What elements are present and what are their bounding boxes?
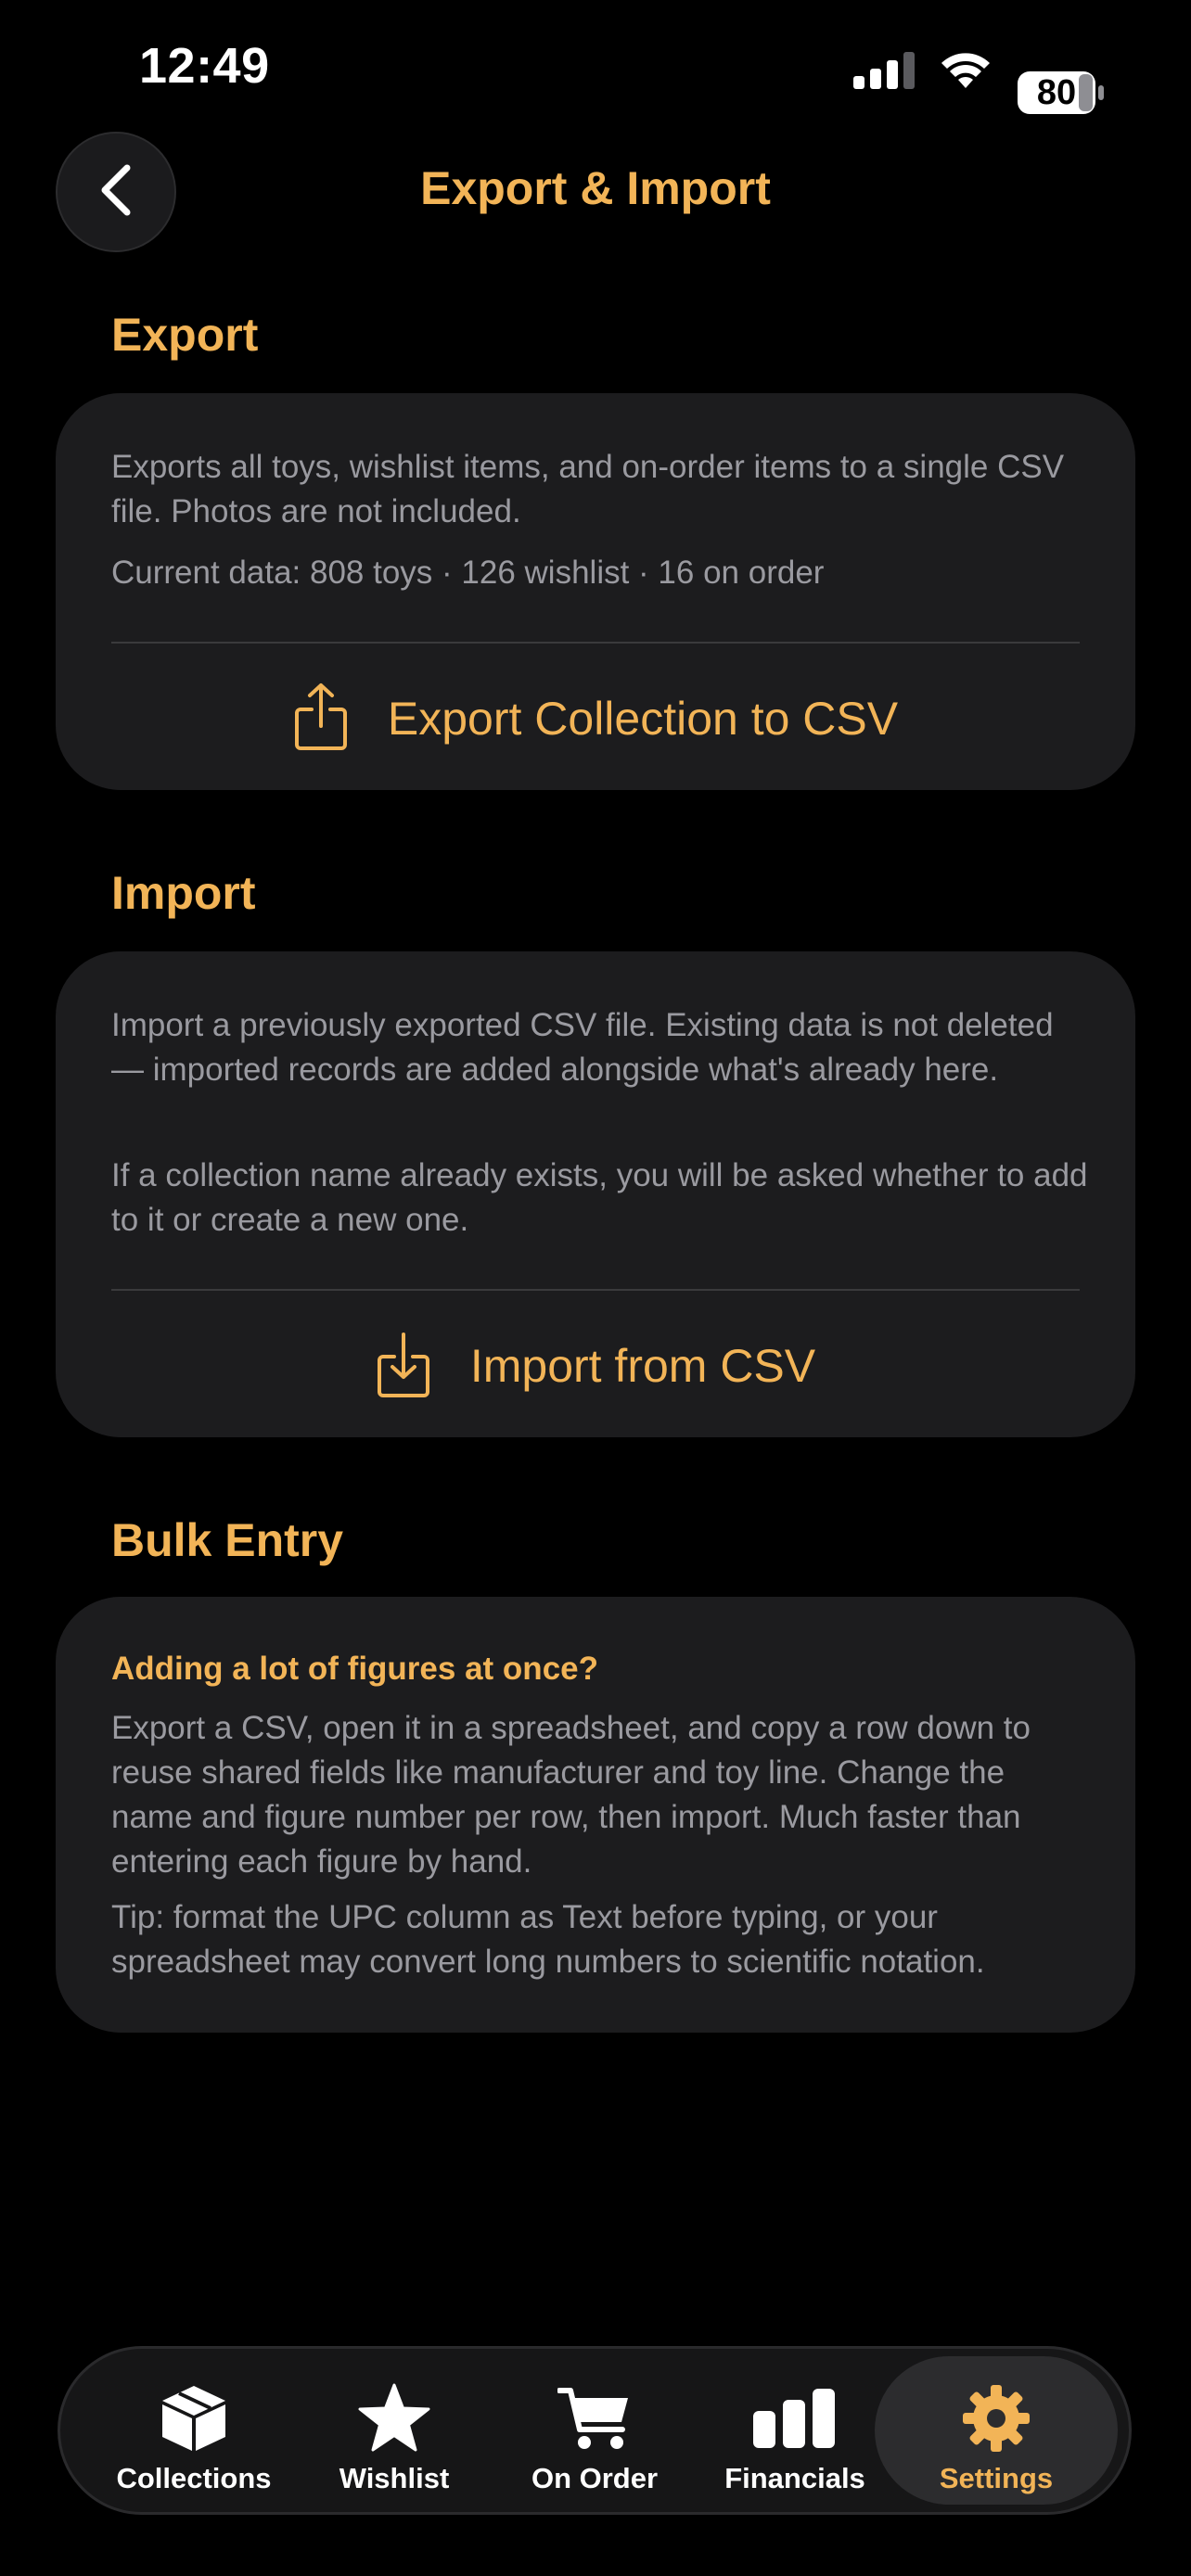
tab-collections-label: Collections [116, 2462, 272, 2494]
bar-chart-icon [753, 2382, 837, 2455]
import-card: Import a previously exported CSV file. E… [56, 951, 1135, 1437]
cellular-signal-icon [853, 52, 915, 89]
import-heading: Import [111, 867, 256, 919]
tab-financials-label: Financials [724, 2462, 865, 2494]
export-csv-button[interactable]: Export Collection to CSV [56, 677, 1135, 760]
bulk-entry-heading: Bulk Entry [111, 1514, 344, 1566]
tab-on-order[interactable]: On Order [494, 2356, 695, 2505]
gear-icon [961, 2382, 1031, 2455]
bulk-entry-tip-heading: Adding a lot of figures at once? [111, 1651, 598, 1687]
box-icon [160, 2382, 227, 2455]
bulk-entry-card: Adding a lot of figures at once? Export … [56, 1597, 1135, 2033]
tab-wishlist[interactable]: Wishlist [294, 2356, 494, 2505]
import-description: Import a previously exported CSV file. E… [111, 1007, 1054, 1088]
bulk-entry-body: Export a CSV, open it in a spreadsheet, … [111, 1710, 1031, 1880]
download-tray-icon [376, 1329, 431, 1404]
tab-on-order-label: On Order [531, 2462, 659, 2494]
export-current-data: Current data: 808 toys · 126 wishlist · … [111, 555, 825, 591]
share-icon [293, 682, 349, 757]
bulk-entry-tip: Tip: format the UPC column as Text befor… [111, 1899, 985, 1980]
export-card: Exports all toys, wishlist items, and on… [56, 393, 1135, 790]
import-csv-button[interactable]: Import from CSV [56, 1324, 1135, 1408]
star-icon [358, 2382, 430, 2455]
import-note: If a collection name already exists, you… [111, 1157, 1088, 1238]
status-bar: 12:49 80 [0, 0, 1191, 139]
page-title: Export & Import [420, 162, 771, 214]
import-divider [111, 1289, 1080, 1291]
export-heading: Export [111, 309, 259, 361]
export-description: Exports all toys, wishlist items, and on… [111, 449, 1065, 529]
battery-level: 80 [1036, 73, 1077, 112]
wifi-icon [939, 51, 992, 90]
export-divider [111, 642, 1080, 644]
cart-icon [557, 2382, 632, 2455]
tab-wishlist-label: Wishlist [339, 2462, 450, 2494]
tab-bar: Collections Wishlist On Order Financials… [58, 2346, 1132, 2515]
tab-collections[interactable]: Collections [94, 2356, 294, 2505]
tab-settings-label: Settings [939, 2462, 1054, 2494]
status-indicators: 80 [853, 46, 1104, 114]
export-csv-label: Export Collection to CSV [387, 693, 899, 745]
status-time: 12:49 [139, 38, 270, 94]
tab-settings[interactable]: Settings [875, 2356, 1118, 2505]
import-csv-label: Import from CSV [469, 1340, 816, 1392]
tab-financials[interactable]: Financials [695, 2356, 895, 2505]
